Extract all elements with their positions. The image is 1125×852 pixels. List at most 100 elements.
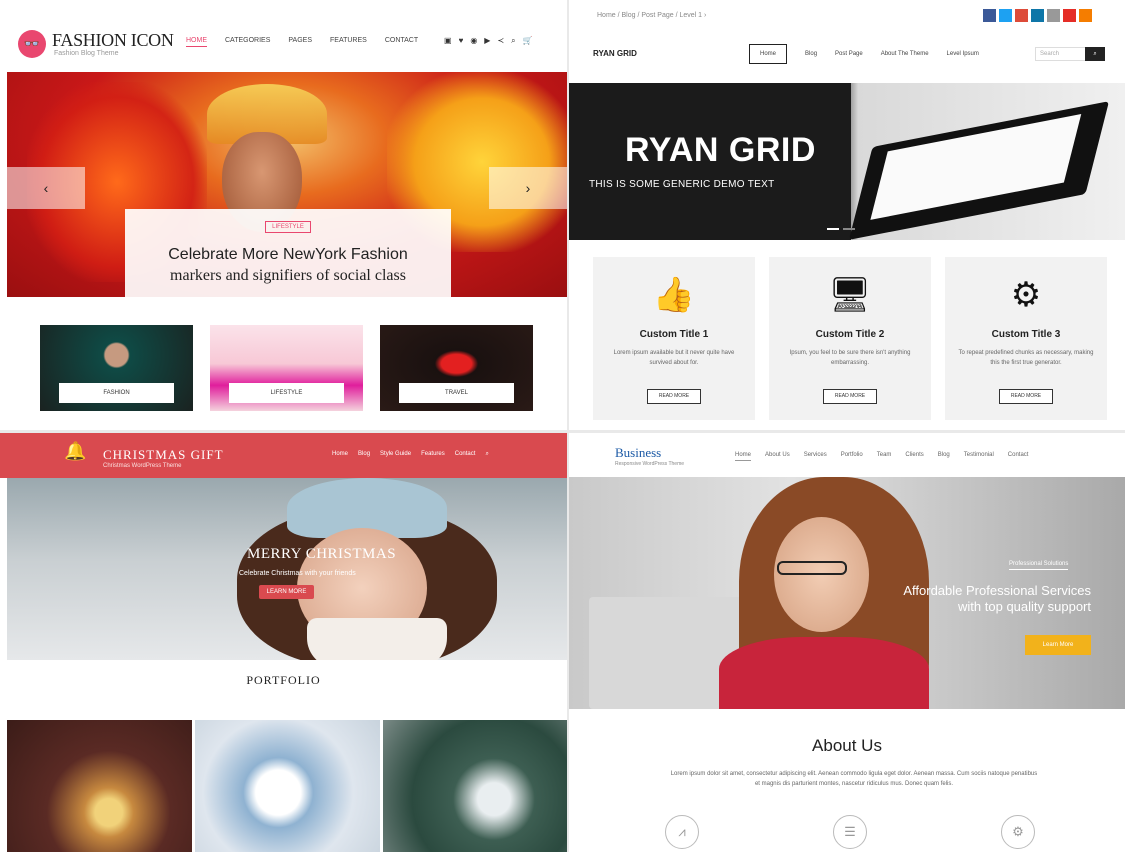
twitter-icon[interactable]: ♥ xyxy=(459,36,464,46)
slider-next-button[interactable]: › xyxy=(489,167,567,209)
category-card[interactable]: Fashion xyxy=(40,325,193,411)
nav-pages[interactable]: Pages xyxy=(288,37,312,47)
feature-title: Custom Title 3 xyxy=(991,329,1061,340)
nav-features[interactable]: Features xyxy=(421,451,445,458)
gear-icon[interactable]: ⚙ xyxy=(1001,815,1035,849)
linkedin-icon[interactable] xyxy=(1031,9,1044,22)
nav-portfolio[interactable]: Portfolio xyxy=(841,452,863,461)
hero-banner: Professional Solutions Affordable Profes… xyxy=(569,477,1125,709)
thumbs-up-icon: 👍 xyxy=(652,276,696,314)
monitor-icon: 🖥 xyxy=(828,276,872,314)
nav-team[interactable]: Team xyxy=(877,452,892,461)
nav-features[interactable]: Features xyxy=(330,37,367,47)
read-more-button[interactable]: Read More xyxy=(999,389,1053,404)
ryan-grid-preview: Home / Blog / Post Page / Level 1 › RYAN… xyxy=(569,0,1125,430)
nav-level-ipsum[interactable]: Level Ipsum xyxy=(947,51,979,57)
nav-home[interactable]: Home xyxy=(332,451,348,458)
breadcrumb[interactable]: Home / Blog / Post Page / Level 1 › xyxy=(597,12,706,19)
site-logo[interactable]: Business xyxy=(615,445,661,461)
vimeo-icon[interactable]: ▶ xyxy=(484,36,490,46)
rss-icon[interactable] xyxy=(1079,9,1092,22)
nav-contact[interactable]: Contact xyxy=(385,37,418,47)
twitter-icon[interactable] xyxy=(999,9,1012,22)
section-text: Lorem ipsum dolor sit amet, consectetur … xyxy=(670,771,1038,787)
hero-title[interactable]: Celebrate More NewYork Fashion xyxy=(125,245,451,265)
nav-clients[interactable]: Clients xyxy=(905,452,923,461)
site-tagline: Responsive WordPress Theme xyxy=(615,461,685,467)
category-badge[interactable]: Lifestyle xyxy=(265,221,311,233)
nav-blog[interactable]: Blog xyxy=(805,51,817,57)
feature-title: Custom Title 1 xyxy=(639,329,709,340)
nav-home[interactable]: Home xyxy=(749,44,788,64)
card-button[interactable]: Travel xyxy=(399,383,514,403)
feature-box: 👍 Custom Title 1 Lorem ipsum available b… xyxy=(593,257,755,420)
youtube-icon[interactable] xyxy=(1063,9,1076,22)
hero-slider: ‹ › Lifestyle Celebrate More NewYork Fas… xyxy=(7,72,567,297)
search-icon[interactable]: ⌕ xyxy=(511,36,515,46)
nav-about-theme[interactable]: About The Theme xyxy=(881,51,929,57)
nav-contact[interactable]: Contact xyxy=(455,451,476,458)
list-icon[interactable]: ☰ xyxy=(833,815,867,849)
nav-home[interactable]: Home xyxy=(735,452,752,461)
main-nav: Home Blog Post Page About The Theme Leve… xyxy=(749,44,979,64)
tablet-screen xyxy=(870,113,1082,220)
site-logo[interactable]: RYAN GRID xyxy=(593,49,637,58)
nav-testimonial[interactable]: Testimonial xyxy=(964,452,994,461)
feature-boxes: 👍 Custom Title 1 Lorem ipsum available b… xyxy=(593,257,1107,420)
feature-icons: ⩘ ☰ ⚙ xyxy=(665,815,1035,849)
social-links xyxy=(983,9,1092,22)
nav-services[interactable]: Services xyxy=(804,452,827,461)
feature-title: Custom Title 2 xyxy=(815,329,885,340)
learn-more-button[interactable]: Learn More xyxy=(1025,635,1091,655)
facebook-icon[interactable] xyxy=(983,9,996,22)
feature-text: Ipsum, you feel to be sure there isn't a… xyxy=(789,350,911,366)
facebook-icon[interactable]: ▣ xyxy=(444,36,452,46)
slider-dot[interactable] xyxy=(843,228,855,230)
christmas-gift-preview: 🔔 CHRISTMAS GIFT Christmas WordPress The… xyxy=(0,433,567,852)
category-card[interactable]: Travel xyxy=(380,325,533,411)
nav-contact[interactable]: Contact xyxy=(1008,452,1029,461)
portfolio-item[interactable] xyxy=(383,720,567,852)
nav-style-guide[interactable]: Style Guide xyxy=(380,451,411,458)
pinterest-icon[interactable]: ◉ xyxy=(470,36,477,46)
email-icon[interactable] xyxy=(1047,9,1060,22)
site-header: Business Responsive WordPress Theme Home… xyxy=(569,433,1125,477)
nav-about[interactable]: About Us xyxy=(765,452,790,461)
search-icon[interactable]: ⌕ xyxy=(485,451,488,458)
nav-post-page[interactable]: Post Page xyxy=(835,51,863,57)
slider-dot[interactable] xyxy=(827,228,839,230)
hero-caption: Lifestyle Celebrate More NewYork Fashion… xyxy=(125,209,451,297)
logo-icon[interactable]: 👓 xyxy=(18,30,46,58)
search-button[interactable]: ⌕ xyxy=(1085,47,1105,61)
hero-image-mug xyxy=(307,618,447,660)
hero-subtitle: with top quality support xyxy=(958,599,1091,614)
learn-more-button[interactable]: Learn More xyxy=(259,585,314,599)
cart-icon[interactable]: 🛒 xyxy=(523,36,533,46)
portfolio-item[interactable] xyxy=(195,720,380,852)
card-button[interactable]: Fashion xyxy=(59,383,174,403)
fashion-icon-preview: 👓 FASHION ICON Fashion Blog Theme Home C… xyxy=(0,0,567,430)
share-icon[interactable]: ≺ xyxy=(497,36,504,46)
nav-categories[interactable]: Categories xyxy=(225,37,270,47)
nav-home[interactable]: Home xyxy=(186,37,207,47)
site-brand[interactable]: CHRISTMAS GIFT xyxy=(103,447,224,463)
google-plus-icon[interactable] xyxy=(1015,9,1028,22)
portfolio-grid xyxy=(7,720,567,852)
chart-icon[interactable]: ⩘ xyxy=(665,815,699,849)
hero-subtitle[interactable]: markers and signifiers of social class xyxy=(125,265,451,287)
nav-blog[interactable]: Blog xyxy=(938,452,950,461)
site-brand[interactable]: FASHION ICON xyxy=(52,30,174,51)
slider-prev-button[interactable]: ‹ xyxy=(7,167,85,209)
read-more-button[interactable]: Read More xyxy=(823,389,877,404)
bell-icon[interactable]: 🔔 xyxy=(64,441,86,462)
site-tagline: Christmas WordPress Theme xyxy=(103,463,182,469)
read-more-button[interactable]: Read More xyxy=(647,389,701,404)
card-button[interactable]: Lifestyle xyxy=(229,383,344,403)
portfolio-item[interactable] xyxy=(7,720,192,852)
site-tagline: Fashion Blog Theme xyxy=(54,50,119,57)
category-card[interactable]: Lifestyle xyxy=(210,325,363,411)
nav-blog[interactable]: Blog xyxy=(358,451,370,458)
site-header: 🔔 CHRISTMAS GIFT Christmas WordPress The… xyxy=(0,433,567,478)
hero-label: Professional Solutions xyxy=(1009,561,1069,570)
section-title: PORTFOLIO xyxy=(246,673,321,687)
